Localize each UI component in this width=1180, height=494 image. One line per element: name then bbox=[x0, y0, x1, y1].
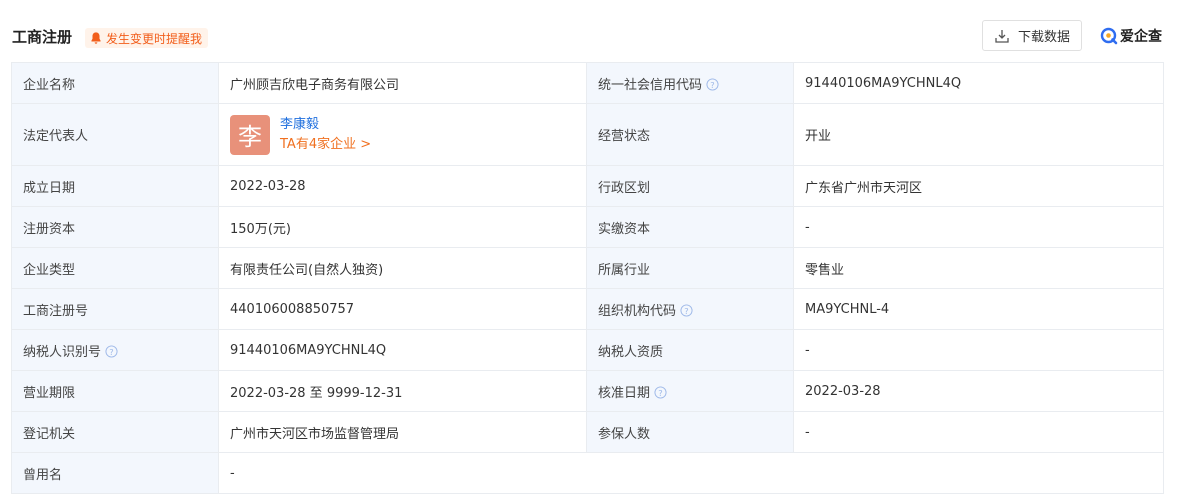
field-value-company-name: 广州顾吉欣电子商务有限公司 bbox=[218, 62, 587, 104]
change-notify-button[interactable]: 发生变更时提醒我 bbox=[85, 28, 209, 48]
section-title: 工商注册 bbox=[12, 28, 73, 46]
help-icon[interactable]: ? bbox=[680, 303, 693, 317]
avatar[interactable]: 李 bbox=[230, 114, 270, 155]
field-label-taxpayer-qualification: 纳税人资质 bbox=[586, 329, 794, 371]
field-label-admin-division: 行政区划 bbox=[586, 165, 794, 207]
field-label-registration-authority: 登记机关 bbox=[11, 411, 219, 453]
field-label-registered-capital: 注册资本 bbox=[11, 206, 219, 248]
field-label-registration-number: 工商注册号 bbox=[11, 288, 219, 330]
field-label-credit-code: 统一社会信用代码? bbox=[586, 62, 794, 104]
help-icon[interactable]: ? bbox=[654, 385, 667, 399]
help-icon[interactable]: ? bbox=[706, 77, 719, 91]
field-value-paid-in-capital: - bbox=[793, 206, 1164, 248]
field-label-insured-count: 参保人数 bbox=[586, 411, 794, 453]
table-row: 企业类型 有限责任公司(自然人独资) 所属行业 零售业 bbox=[11, 247, 1164, 289]
table-row: 曾用名 - bbox=[11, 452, 1164, 494]
table-row: 营业期限 2022-03-28 至 9999-12-31 核准日期? 2022-… bbox=[11, 370, 1164, 412]
field-value-business-term: 2022-03-28 至 9999-12-31 bbox=[218, 370, 587, 412]
field-label-company-type: 企业类型 bbox=[11, 247, 219, 289]
field-label-company-name: 企业名称 bbox=[11, 62, 219, 104]
field-value-operating-status: 开业 bbox=[793, 103, 1164, 166]
field-value-org-code: MA9YCHNL-4 bbox=[793, 288, 1164, 330]
help-icon[interactable]: ? bbox=[105, 344, 118, 358]
business-registration-table: 企业名称 广州顾吉欣电子商务有限公司 统一社会信用代码? 91440106MA9… bbox=[11, 62, 1164, 494]
field-value-approval-date: 2022-03-28 bbox=[793, 370, 1164, 412]
table-row: 纳税人识别号? 91440106MA9YCHNL4Q 纳税人资质 - bbox=[11, 329, 1164, 371]
aiqicha-logo-icon bbox=[1100, 27, 1118, 45]
table-row: 工商注册号 440106008850757 组织机构代码? MA9YCHNL-4 bbox=[11, 288, 1164, 330]
table-row: 登记机关 广州市天河区市场监督管理局 参保人数 - bbox=[11, 411, 1164, 453]
field-label-business-term: 营业期限 bbox=[11, 370, 219, 412]
table-row: 成立日期 2022-03-28 行政区划 广东省广州市天河区 bbox=[11, 165, 1164, 207]
table-row: 法定代表人 李 李康毅 TA有4家企业 > 经营状态 开业 bbox=[11, 103, 1164, 166]
svg-text:?: ? bbox=[109, 346, 113, 356]
field-value-insured-count: - bbox=[793, 411, 1164, 453]
bell-icon bbox=[91, 32, 101, 44]
field-label-former-name: 曾用名 bbox=[11, 452, 219, 494]
field-label-established-date: 成立日期 bbox=[11, 165, 219, 207]
table-row: 企业名称 广州顾吉欣电子商务有限公司 统一社会信用代码? 91440106MA9… bbox=[11, 62, 1164, 104]
svg-text:?: ? bbox=[658, 387, 662, 397]
field-value-taxpayer-id: 91440106MA9YCHNL4Q bbox=[218, 329, 587, 371]
brand-logo[interactable]: 爱企查 bbox=[1100, 25, 1162, 47]
field-value-registration-authority: 广州市天河区市场监督管理局 bbox=[218, 411, 587, 453]
field-label-operating-status: 经营状态 bbox=[586, 103, 794, 166]
field-value-company-type: 有限责任公司(自然人独资) bbox=[218, 247, 587, 289]
field-value-registered-capital: 150万(元) bbox=[218, 206, 587, 248]
field-label-legal-rep: 法定代表人 bbox=[11, 103, 219, 166]
table-row: 注册资本 150万(元) 实缴资本 - bbox=[11, 206, 1164, 248]
section-header: 工商注册 发生变更时提醒我 下载数据 爱企查 bbox=[0, 0, 1180, 62]
field-value-legal-rep: 李 李康毅 TA有4家企业 > bbox=[218, 103, 587, 166]
change-notify-label: 发生变更时提醒我 bbox=[106, 31, 203, 46]
field-label-text: 组织机构代码 bbox=[598, 303, 677, 319]
download-data-button[interactable]: 下载数据 bbox=[982, 20, 1082, 51]
field-value-established-date: 2022-03-28 bbox=[218, 165, 587, 207]
field-label-industry: 所属行业 bbox=[586, 247, 794, 289]
field-label-paid-in-capital: 实缴资本 bbox=[586, 206, 794, 248]
field-label-taxpayer-id: 纳税人识别号? bbox=[11, 329, 219, 371]
field-label-text: 统一社会信用代码 bbox=[598, 77, 703, 93]
brand-name: 爱企查 bbox=[1120, 29, 1162, 45]
field-label-text: 纳税人识别号 bbox=[23, 344, 102, 360]
legal-rep-name-link[interactable]: 李康毅 bbox=[280, 115, 371, 135]
legal-rep-companies-link[interactable]: TA有4家企业 > bbox=[280, 135, 371, 155]
field-value-admin-division: 广东省广州市天河区 bbox=[793, 165, 1164, 207]
field-value-credit-code: 91440106MA9YCHNL4Q bbox=[793, 62, 1164, 104]
field-label-text: 核准日期 bbox=[598, 385, 651, 401]
field-label-approval-date: 核准日期? bbox=[586, 370, 794, 412]
field-value-former-name: - bbox=[218, 452, 1164, 494]
download-data-label: 下载数据 bbox=[1017, 30, 1070, 45]
field-value-registration-number: 440106008850757 bbox=[218, 288, 587, 330]
field-value-taxpayer-qualification: - bbox=[793, 329, 1164, 371]
svg-text:?: ? bbox=[684, 305, 688, 315]
svg-text:?: ? bbox=[710, 79, 714, 89]
download-icon bbox=[995, 29, 1009, 43]
field-label-org-code: 组织机构代码? bbox=[586, 288, 794, 330]
field-value-industry: 零售业 bbox=[793, 247, 1164, 289]
